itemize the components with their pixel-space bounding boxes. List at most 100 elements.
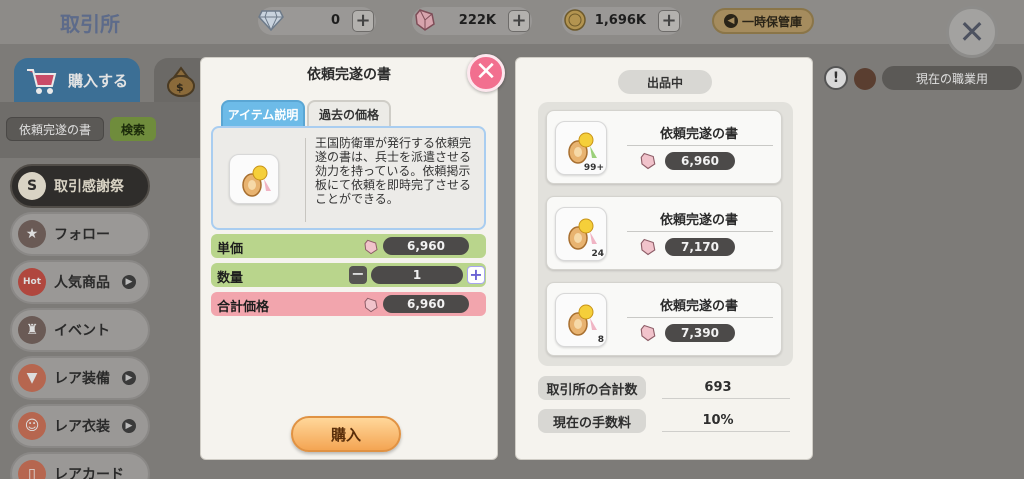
star-icon: ★	[18, 220, 46, 248]
dialog-close-icon[interactable]: ✕	[467, 54, 505, 92]
sidebar-item-follow[interactable]: ★ フォロー	[10, 212, 150, 256]
unit-price-row: 単価 6,960	[211, 234, 486, 258]
list-item[interactable]: 24 依頼完遂の書 7,170	[546, 196, 782, 270]
listing-price: 7,170	[665, 238, 735, 256]
gem-currency: 222K +	[412, 7, 532, 35]
zeny-gem-icon	[363, 239, 379, 259]
divider	[305, 138, 306, 222]
money-bag-icon: $	[164, 64, 198, 102]
info-icon[interactable]: !	[824, 66, 848, 90]
listing-title: 出品中	[618, 70, 712, 94]
fee-value: 10%	[702, 413, 734, 428]
sidebar-item-rare-costume[interactable]: ☺ レア衣装 ▶	[10, 404, 150, 448]
add-diamond-button[interactable]: +	[352, 10, 374, 32]
purchase-dialog: 依頼完遂の書 ✕ アイテム説明 過去の価格 王国防衛軍が発行する依頼完遂の書は、…	[200, 54, 505, 460]
tab-price-history[interactable]: 過去の価格	[307, 100, 391, 128]
buy-button[interactable]: 購入	[291, 416, 401, 452]
sidebar-item-event[interactable]: ♜ イベント	[10, 308, 150, 352]
scroll-item-icon	[238, 161, 272, 203]
divider	[662, 431, 790, 432]
item-thumbnail: 99+	[555, 121, 607, 175]
sidebar-item-label: レア装備	[54, 371, 110, 387]
cart-icon	[24, 64, 58, 96]
listing-price: 6,960	[665, 152, 735, 170]
sidebar-item-label: フォロー	[54, 227, 110, 243]
zeny-gem-icon	[639, 324, 657, 346]
listing-panel: 出品中 99+ 依頼完遂の書 6,960 24 依頼完遂の書 7,170 8 依…	[515, 57, 813, 460]
add-gem-button[interactable]: +	[508, 10, 530, 32]
sidebar-item-label: 人気商品	[54, 275, 110, 291]
total-count-row: 取引所の合計数 693	[538, 376, 793, 400]
quantity-row: 数量 − 1 +	[211, 263, 486, 287]
search-button[interactable]: 検索	[110, 117, 156, 141]
listing-name: 依頼完遂の書	[659, 213, 738, 228]
sidebar-item-label: レア衣装	[54, 419, 110, 435]
sidebar-item-trade-festival[interactable]: S 取引感謝祭	[10, 164, 150, 208]
card-icon: ▯	[18, 460, 46, 479]
close-icon[interactable]: ✕	[946, 6, 998, 58]
costume-icon: ☺	[18, 412, 46, 440]
sidebar-item-label: イベント	[54, 323, 110, 339]
quantity-increase-button[interactable]: +	[467, 266, 485, 284]
sidebar-item-popular[interactable]: Hot 人気商品 ▶	[10, 260, 150, 304]
quantity-stepper[interactable]: 1	[371, 266, 463, 284]
total-count-label: 取引所の合計数	[538, 376, 646, 400]
total-count-value: 693	[704, 380, 732, 395]
divider	[627, 317, 773, 318]
unit-price-value: 6,960	[383, 237, 469, 255]
zeny-gem-icon	[639, 152, 657, 174]
coin-icon	[560, 5, 590, 35]
unit-price-label: 単価	[217, 242, 244, 257]
character-icon	[854, 68, 876, 90]
tab-item-description[interactable]: アイテム説明	[221, 100, 305, 128]
chevron-right-icon: ▶	[122, 419, 136, 433]
diamond-value: 0	[330, 13, 340, 28]
total-price-row: 合計価格 6,960	[211, 292, 486, 316]
arrow-left-icon: ◀	[723, 14, 738, 28]
description-box: 王国防衛軍が発行する依頼完遂の書は、兵士を派遣させる効力を持っている。依頼掲示板…	[211, 126, 486, 230]
listing-list: 99+ 依頼完遂の書 6,960 24 依頼完遂の書 7,170 8 依頼完遂の…	[538, 102, 793, 366]
listing-name: 依頼完遂の書	[659, 299, 738, 314]
dialog-title: 依頼完遂の書	[307, 67, 391, 83]
diamond-icon	[256, 5, 286, 35]
stock-count: 24	[591, 249, 604, 259]
tab-buy-label: 購入する	[68, 71, 129, 90]
list-item[interactable]: 99+ 依頼完遂の書 6,960	[546, 110, 782, 184]
storage-label: 一時保管庫	[741, 14, 802, 29]
list-item[interactable]: 8 依頼完遂の書 7,390	[546, 282, 782, 356]
job-filter-button[interactable]: 現在の職業用	[882, 66, 1022, 90]
fee-row: 現在の手数料 10%	[538, 409, 793, 433]
zeny-badge-icon: S	[18, 172, 46, 200]
scroll-item-icon	[564, 300, 598, 342]
total-price-label: 合計価格	[217, 300, 270, 315]
bell-icon: ♜	[18, 316, 46, 344]
tab-buy[interactable]: 購入する	[14, 58, 140, 102]
sidebar-item-rare-equipment[interactable]: ▼ レア装備 ▶	[10, 356, 150, 400]
divider	[627, 145, 773, 146]
diamond-currency: 0 +	[258, 7, 376, 35]
svg-text:$: $	[176, 81, 184, 94]
temporary-storage-button[interactable]: ◀ 一時保管庫	[712, 8, 814, 34]
search-input[interactable]: 依頼完遂の書	[6, 117, 104, 141]
listing-name: 依頼完遂の書	[659, 127, 738, 142]
sidebar-item-label: 取引感謝祭	[54, 179, 124, 195]
quantity-decrease-button[interactable]: −	[349, 266, 367, 284]
sidebar-item-rare-card[interactable]: ▯ レアカード	[10, 452, 150, 479]
page-title: 取引所	[60, 12, 120, 36]
item-thumbnail: 8	[555, 293, 607, 347]
hot-icon: Hot	[18, 268, 46, 296]
sidebar-item-label: レアカード	[54, 467, 124, 479]
fee-label: 現在の手数料	[538, 409, 646, 433]
coin-currency: 1,696K +	[562, 7, 682, 35]
coin-value: 1,696K	[594, 13, 646, 28]
item-description: 王国防衛軍が発行する依頼完遂の書は、兵士を派遣させる効力を持っている。依頼掲示板…	[315, 136, 472, 206]
item-thumbnail	[229, 154, 279, 204]
chevron-right-icon: ▶	[122, 371, 136, 385]
stock-count: 99+	[583, 163, 604, 173]
total-price-value: 6,960	[383, 295, 469, 313]
chevron-right-icon: ▶	[122, 275, 136, 289]
add-coin-button[interactable]: +	[658, 10, 680, 32]
zeny-gem-icon	[639, 238, 657, 260]
armor-icon: ▼	[18, 364, 46, 392]
divider	[627, 231, 773, 232]
